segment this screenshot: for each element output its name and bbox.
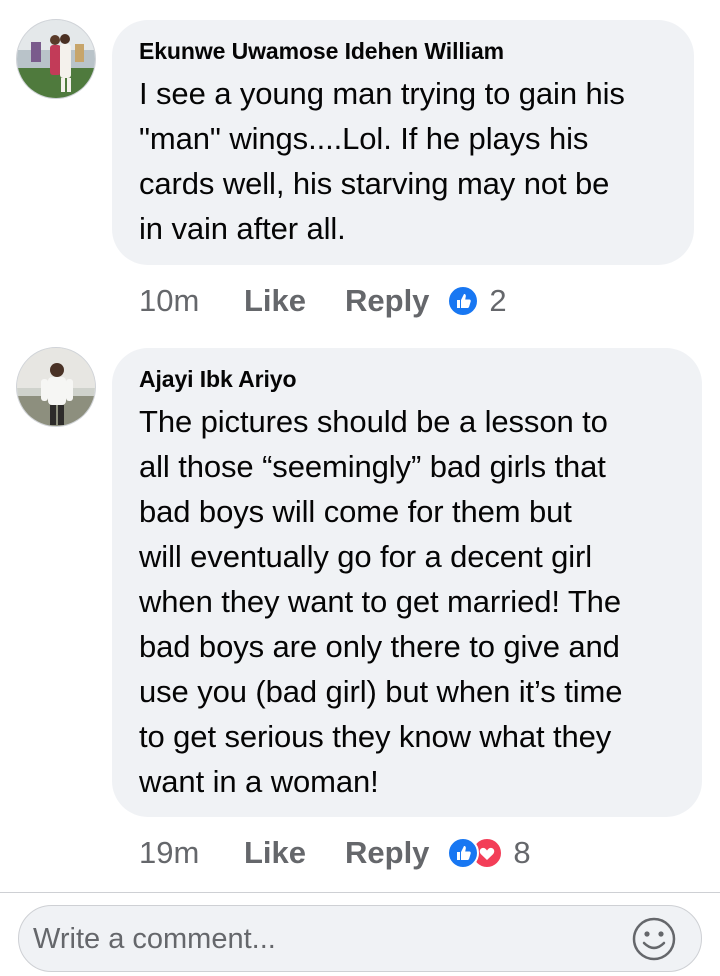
avatar-photo xyxy=(17,20,95,98)
comment-bubble: Ekunwe Uwamose Idehen William I see a yo… xyxy=(112,20,694,265)
like-button[interactable]: Like xyxy=(244,835,345,871)
comment-actions: 19m Like Reply 8 xyxy=(139,833,531,873)
thumbs-up-icon xyxy=(447,837,480,869)
comment-author[interactable]: Ajayi Ibk Ariyo xyxy=(139,366,676,393)
reaction-summary[interactable]: 8 xyxy=(447,835,531,871)
reply-button[interactable]: Reply xyxy=(345,283,429,319)
comment-timestamp[interactable]: 19m xyxy=(139,835,244,871)
comment-composer[interactable] xyxy=(18,905,702,972)
thumbs-up-icon xyxy=(447,285,480,317)
avatar[interactable] xyxy=(16,19,96,99)
comment-timestamp[interactable]: 10m xyxy=(139,283,244,319)
comment-text: The pictures should be a lesson to all t… xyxy=(139,404,623,799)
comment-text: I see a young man trying to gain his "ma… xyxy=(139,76,625,246)
smiley-icon[interactable] xyxy=(631,916,677,962)
reaction-count: 8 xyxy=(513,835,531,870)
avatar-photo xyxy=(17,348,95,426)
reaction-summary[interactable]: 2 xyxy=(447,283,507,319)
reply-button[interactable]: Reply xyxy=(345,835,429,871)
composer-divider xyxy=(0,892,720,893)
comment-actions: 10m Like Reply 2 xyxy=(139,281,507,321)
avatar[interactable] xyxy=(16,347,96,427)
comment-author[interactable]: Ekunwe Uwamose Idehen William xyxy=(139,38,668,65)
comment-input[interactable] xyxy=(33,916,613,962)
reaction-count: 2 xyxy=(489,283,507,318)
comment-bubble: Ajayi Ibk Ariyo The pictures should be a… xyxy=(112,348,702,817)
like-button[interactable]: Like xyxy=(244,283,345,319)
